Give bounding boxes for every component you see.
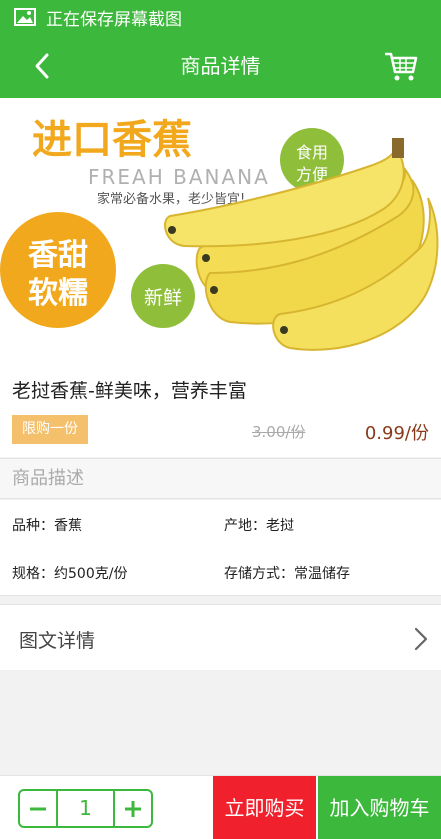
badge-fresh: 新鲜 <box>144 287 182 309</box>
banana-banner-image: 进口香蕉 FREAH BANANA 家常必备水果，老少皆宜! 食用 方便 香甜 … <box>0 98 441 360</box>
status-bar: 正在保存屏幕截图 <box>0 0 441 34</box>
plus-icon <box>125 800 141 817</box>
badge-eat-line1: 食用 <box>296 143 328 162</box>
product-name: 老挝香蕉-鲜美味，营养丰富 <box>12 380 247 402</box>
quantity-stepper: 1 <box>18 789 153 828</box>
property-storage: 存储方式：常温储存 <box>224 566 350 582</box>
increase-button[interactable] <box>115 791 151 826</box>
original-price: 3.00/份 <box>252 423 306 441</box>
app-header: 商品详情 <box>0 34 441 98</box>
badge-sweet-line2: 软糯 <box>28 276 88 311</box>
shopping-cart-icon[interactable] <box>383 48 419 84</box>
property-variety: 品种：香蕉 <box>12 518 82 534</box>
description-heading: 商品描述 <box>0 458 441 499</box>
minus-icon <box>30 807 46 810</box>
status-text: 正在保存屏幕截图 <box>46 9 182 30</box>
page-title: 商品详情 <box>180 54 261 78</box>
quantity-value[interactable]: 1 <box>56 791 115 826</box>
current-price: 0.99/份 <box>364 423 429 444</box>
limit-badge: 限购一份 <box>12 415 88 444</box>
property-origin: 产地：老挝 <box>224 518 294 534</box>
image-text-detail-link[interactable]: 图文详情 <box>0 604 441 670</box>
chevron-right-icon <box>414 627 428 651</box>
banner-subtitle: FREAH BANANA <box>88 165 270 189</box>
banner-headline: 进口香蕉 <box>32 117 192 163</box>
image-icon <box>14 8 36 26</box>
decrease-button[interactable] <box>20 791 56 826</box>
buy-now-button[interactable]: 立即购买 <box>213 776 316 839</box>
banner-slogan: 家常必备水果，老少皆宜! <box>97 191 245 207</box>
badge-sweet-line1: 香甜 <box>28 238 88 273</box>
detail-link-label: 图文详情 <box>19 630 96 652</box>
property-spec: 规格：约500克/份 <box>12 566 128 582</box>
product-properties: 品种：香蕉 产地：老挝 规格：约500克/份 存储方式：常温储存 <box>0 500 441 596</box>
product-info: 老挝香蕉-鲜美味，营养丰富 限购一份 3.00/份 0.99/份 <box>0 360 441 457</box>
product-banner: 进口香蕉 FREAH BANANA 家常必备水果，老少皆宜! 食用 方便 香甜 … <box>0 98 441 360</box>
add-to-cart-button[interactable]: 加入购物车 <box>318 776 441 839</box>
bottom-action-bar: 1 立即购买 加入购物车 <box>0 775 441 839</box>
